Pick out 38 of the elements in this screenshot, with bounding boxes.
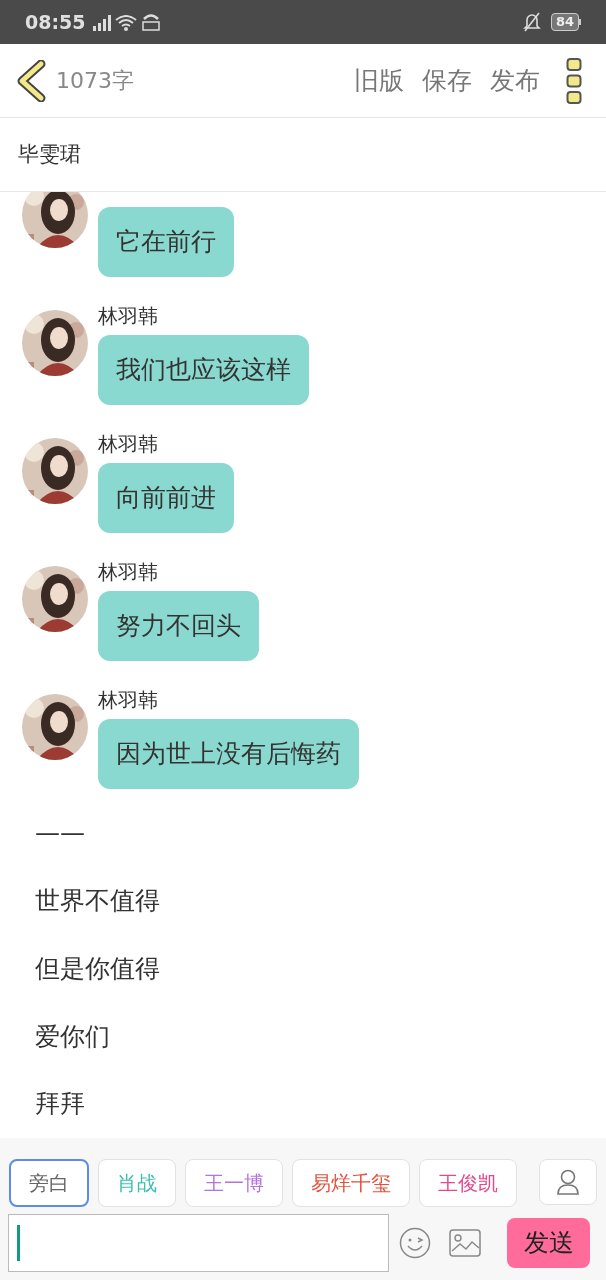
wifi-icon	[115, 15, 138, 31]
sender-name: 林羽韩	[98, 687, 158, 714]
message-bubble: 我们也应该这样	[98, 335, 309, 405]
narration-text: 世界不值得	[35, 884, 160, 917]
narration-text: 拜拜	[35, 1088, 85, 1121]
image-icon[interactable]	[449, 1229, 481, 1257]
header-action[interactable]: 发布	[490, 61, 540, 100]
sender-name: 林羽韩	[98, 303, 158, 330]
clock-text: 08:55	[25, 9, 86, 35]
back-icon[interactable]	[16, 59, 46, 102]
signal-icon	[91, 15, 112, 31]
role-chip[interactable]: 王俊凯	[419, 1159, 517, 1207]
narration-text: 爱你们	[35, 1020, 110, 1053]
role-chip[interactable]: 旁白	[9, 1159, 89, 1207]
header-action[interactable]: 旧版	[354, 61, 404, 100]
narration-text: ——	[35, 817, 85, 850]
muted-bell-icon	[522, 12, 541, 32]
message-bubble: 向前前进	[98, 463, 234, 533]
message-bubble: 因为世上没有后悔药	[98, 719, 359, 789]
role-chip[interactable]: 王一博	[185, 1159, 283, 1207]
role-chip[interactable]: 易烊千玺	[292, 1159, 410, 1207]
message-bubble: 努力不回头	[98, 591, 259, 661]
word-count: 1073字	[56, 67, 134, 95]
sender-name: 林羽韩	[98, 431, 158, 458]
text-input-field[interactable]	[8, 1214, 389, 1272]
hd-call-icon	[141, 13, 162, 31]
sender-name: 林羽韩	[98, 559, 158, 586]
battery-icon: 84	[550, 13, 579, 31]
narration-text: 但是你值得	[35, 952, 160, 985]
emoji-icon[interactable]	[399, 1227, 431, 1259]
message-bubble: 它在前行	[98, 207, 234, 277]
text-cursor	[17, 1225, 20, 1261]
person-icon	[556, 1169, 580, 1195]
role-chip[interactable]: 肖战	[98, 1159, 176, 1207]
story-title: 毕雯珺	[18, 140, 81, 168]
more-icon[interactable]	[566, 56, 582, 105]
send-button[interactable]: 发送	[507, 1218, 590, 1268]
header-action[interactable]: 保存	[422, 61, 472, 100]
